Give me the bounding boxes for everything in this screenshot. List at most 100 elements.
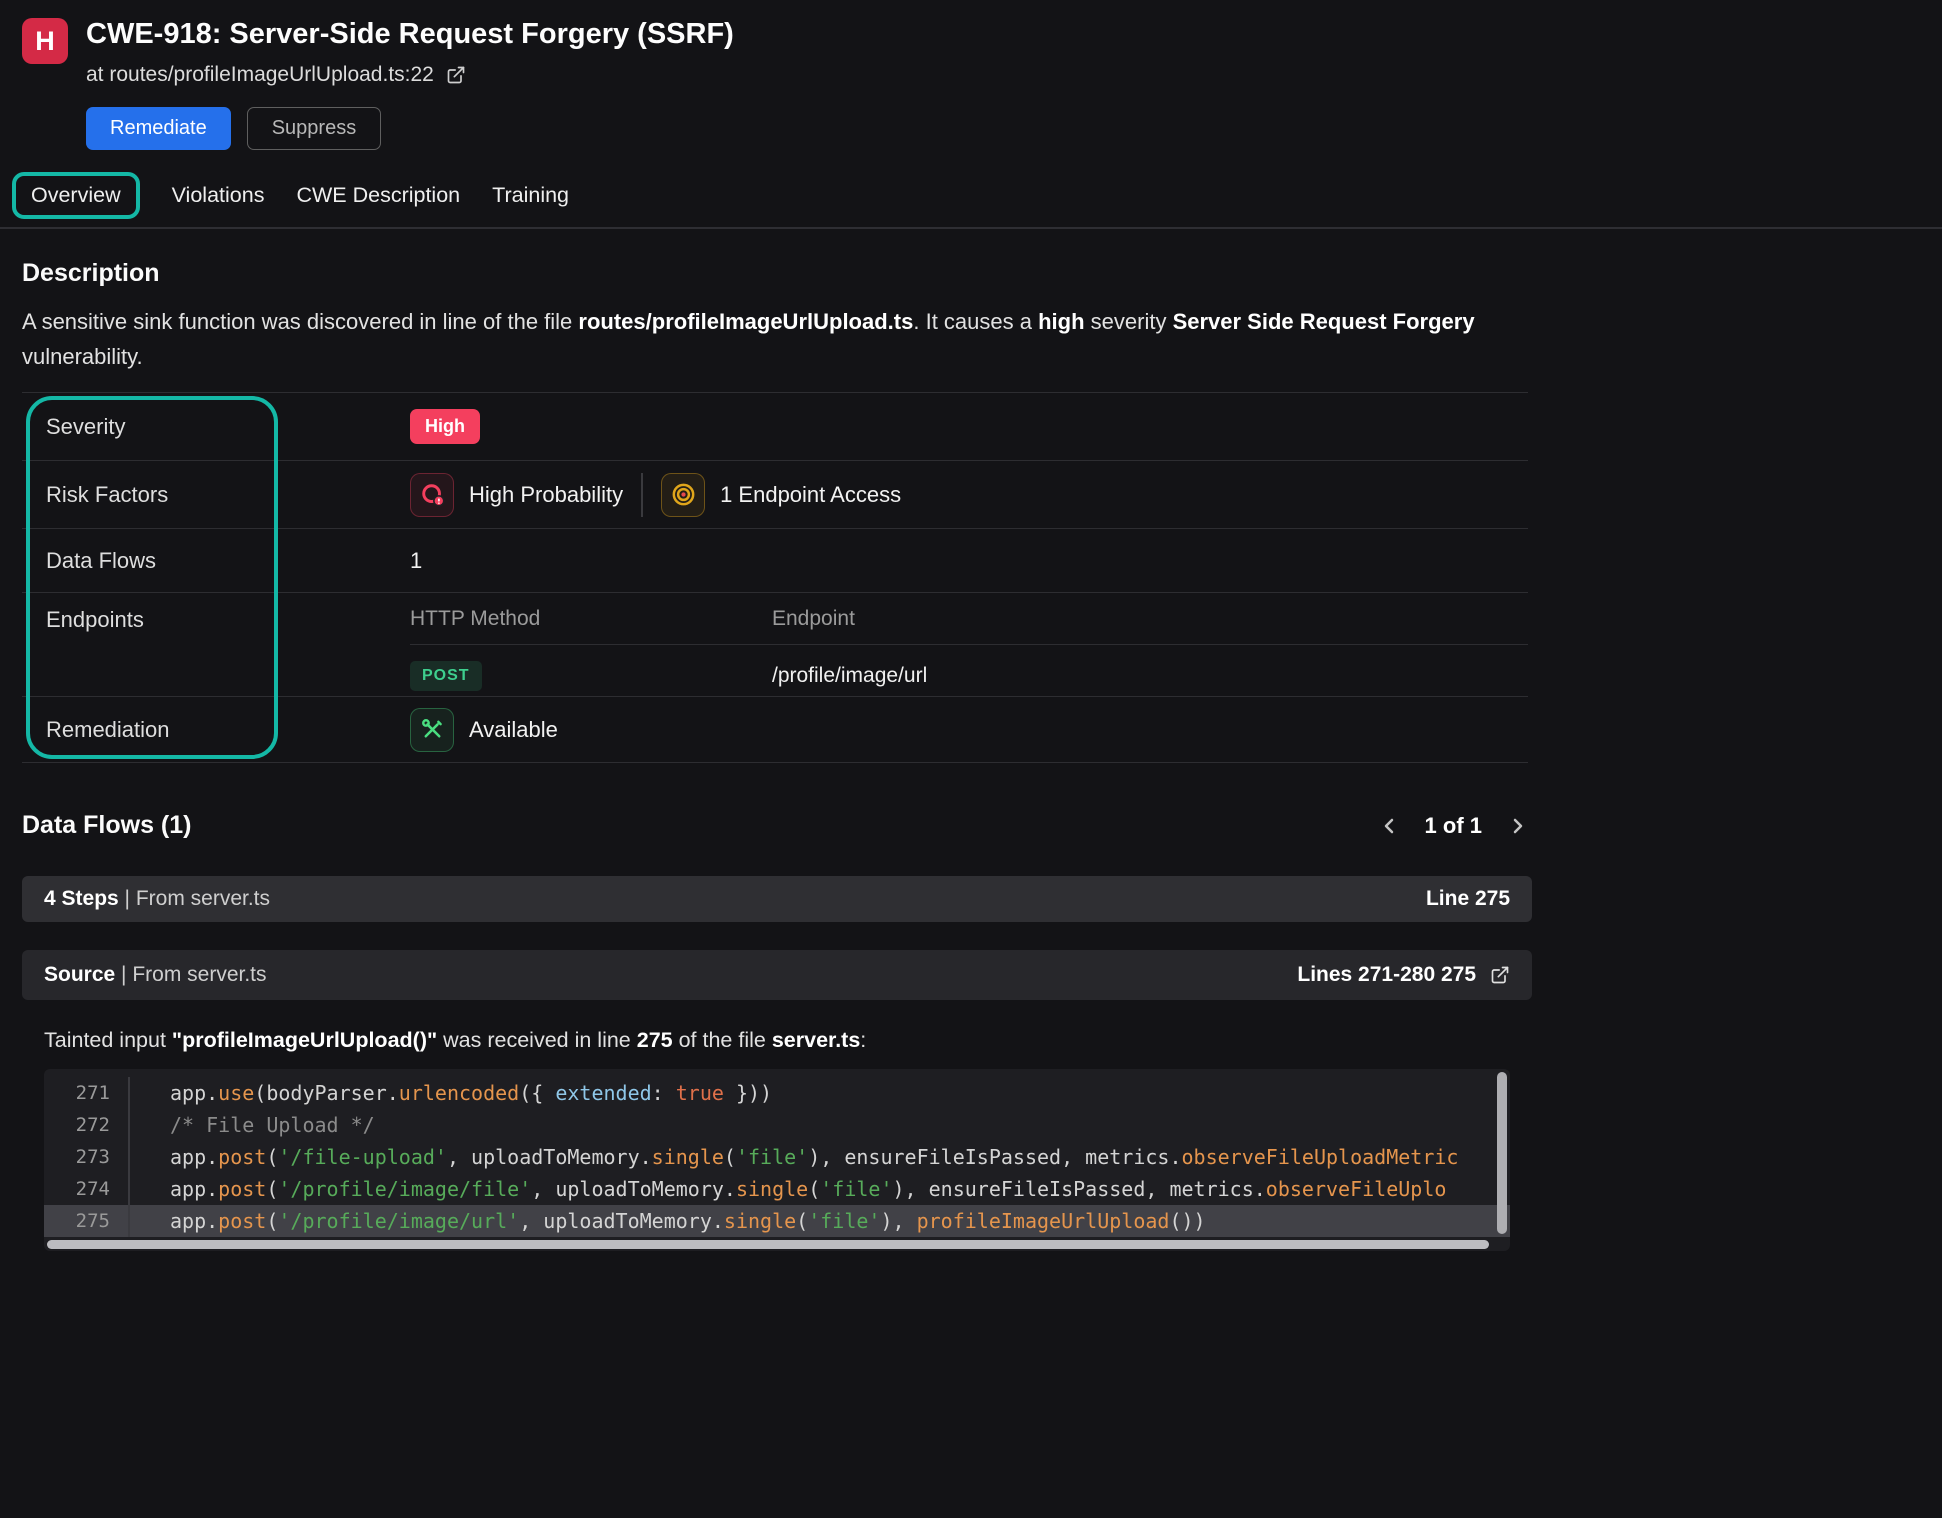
text-segment: : — [860, 1028, 866, 1052]
description-text: A sensitive sink function was discovered… — [22, 304, 1492, 374]
target-icon — [661, 473, 705, 517]
main-content: H CWE-918: Server-Side Request Forgery (… — [22, 0, 1532, 150]
risk-chip-high-probability: High Probability — [410, 473, 623, 517]
finding-header: H CWE-918: Server-Side Request Forgery (… — [22, 0, 1532, 150]
line-number: 274 — [44, 1173, 130, 1205]
external-link-icon[interactable] — [446, 65, 466, 85]
code-token: ( — [266, 1177, 278, 1201]
line-number: 272 — [44, 1109, 130, 1141]
text-segment: of the file — [673, 1028, 772, 1052]
tainted-input-text: Tainted input "profileImageUrlUpload()" … — [44, 1028, 1532, 1053]
external-link-icon[interactable] — [1490, 965, 1510, 985]
code-token: post — [218, 1209, 266, 1233]
code-token: })) — [724, 1081, 772, 1105]
code-token: ()) — [1169, 1209, 1205, 1233]
code-token: use — [218, 1081, 254, 1105]
code-token: ( — [808, 1177, 820, 1201]
page-title: CWE-918: Server-Side Request Forgery (SS… — [86, 18, 734, 51]
tab-violations[interactable]: Violations — [172, 173, 265, 218]
text-segment: severity — [1085, 309, 1173, 334]
steps-bar[interactable]: 4 Steps | From server.ts Line 275 — [22, 876, 1532, 922]
text-segment: server.ts — [772, 1028, 860, 1052]
risk-factor-text: High Probability — [469, 482, 623, 508]
severity-letter-badge: H — [22, 18, 68, 64]
source-step-label: Source — [44, 963, 115, 986]
code-text: app.use(bodyParser.urlencoded({ extended… — [130, 1077, 772, 1109]
code-line: 275app.post('/profile/image/url', upload… — [44, 1205, 1510, 1237]
endpoints-label: Endpoints — [22, 607, 410, 633]
tab-training[interactable]: Training — [492, 173, 569, 218]
text-segment: high — [1038, 309, 1084, 334]
code-line: 274app.post('/profile/image/file', uploa… — [44, 1173, 1510, 1205]
tab-cwe-description[interactable]: CWE Description — [296, 173, 460, 218]
code-token: post — [218, 1145, 266, 1169]
code-token: '/profile/image/file' — [278, 1177, 531, 1201]
line-number: 271 — [44, 1077, 130, 1109]
source-lines-ref: Lines 271-280 275 — [1297, 963, 1476, 987]
text-segment: 275 — [637, 1028, 673, 1052]
code-token: single — [724, 1209, 796, 1233]
detail-row-risk-factors: Risk Factors High Probability 1 Endpoint… — [22, 461, 1528, 529]
steps-line-ref: Line 275 — [1426, 887, 1510, 911]
action-buttons: Remediate Suppress — [86, 107, 734, 150]
code-text: app.post('/profile/image/file', uploadTo… — [130, 1173, 1446, 1205]
risk-factor-text: 1 Endpoint Access — [720, 482, 901, 508]
text-segment: routes/profileImageUrlUpload.ts — [578, 309, 913, 334]
tab-bar: Overview Violations CWE Description Trai… — [0, 172, 1942, 229]
code-token: urlencoded — [399, 1081, 519, 1105]
code-token: ), — [880, 1209, 916, 1233]
code-token: app. — [170, 1177, 218, 1201]
code-token: , uploadToMemory. — [519, 1209, 724, 1233]
description-heading: Description — [22, 259, 1532, 288]
text-segment: vulnerability. — [22, 344, 143, 369]
file-location: at routes/profileImageUrlUpload.ts:22 — [86, 63, 734, 87]
line-number: 273 — [44, 1141, 130, 1173]
chip-divider — [641, 473, 643, 517]
code-text: /* File Upload */ — [130, 1109, 375, 1141]
code-token: app. — [170, 1209, 218, 1233]
endpoint-row: POST /profile/image/url — [410, 645, 1528, 691]
tab-overview[interactable]: Overview — [12, 172, 140, 219]
text-segment: was received in line — [437, 1028, 637, 1052]
vertical-scrollbar[interactable] — [1497, 1072, 1507, 1234]
code-line: 271app.use(bodyParser.urlencoded({ exten… — [44, 1077, 1510, 1109]
chevron-left-icon[interactable] — [1375, 812, 1403, 840]
code-token: 'file' — [808, 1209, 880, 1233]
detail-row-endpoints: Endpoints HTTP Method Endpoint POST /pro… — [22, 593, 1528, 697]
detail-row-remediation: Remediation Available — [22, 697, 1528, 763]
chevron-right-icon[interactable] — [1504, 812, 1532, 840]
steps-count: 4 Steps — [44, 887, 119, 910]
code-token: ), ensureFileIsPassed, metrics. — [893, 1177, 1266, 1201]
code-token: app. — [170, 1081, 218, 1105]
tools-icon — [410, 708, 454, 752]
code-token: '/file-upload' — [278, 1145, 447, 1169]
remediation-status-text: Available — [469, 717, 558, 743]
page-indicator: 1 of 1 — [1425, 813, 1482, 839]
code-token: profileImageUrlUpload — [917, 1209, 1170, 1233]
column-header-endpoint: Endpoint — [772, 607, 1528, 631]
code-token: observeFileUplo — [1266, 1177, 1447, 1201]
endpoint-path: /profile/image/url — [772, 664, 1528, 688]
code-token: ( — [724, 1145, 736, 1169]
endpoints-table: HTTP Method Endpoint POST /profile/image… — [410, 607, 1528, 691]
file-location-text: at routes/profileImageUrlUpload.ts:22 — [86, 63, 434, 87]
source-bar[interactable]: Source | From server.ts Lines 271-280 27… — [22, 950, 1532, 1000]
code-token: 'file' — [736, 1145, 808, 1169]
details-panel: Severity High Risk Factors High Probabil… — [22, 392, 1528, 763]
severity-label: Severity — [22, 414, 410, 440]
risk-chip-endpoint-access: 1 Endpoint Access — [661, 473, 901, 517]
code-token: : — [652, 1081, 676, 1105]
code-token: /* File Upload */ — [170, 1113, 375, 1137]
code-token: (bodyParser. — [254, 1081, 399, 1105]
steps-origin: | From server.ts — [119, 887, 270, 910]
remediation-chip: Available — [410, 708, 1528, 752]
remediate-button[interactable]: Remediate — [86, 107, 231, 150]
suppress-button[interactable]: Suppress — [247, 107, 382, 150]
code-token: single — [736, 1177, 808, 1201]
horizontal-scrollbar[interactable] — [47, 1240, 1489, 1249]
code-token: true — [676, 1081, 724, 1105]
header-main: CWE-918: Server-Side Request Forgery (SS… — [86, 12, 734, 150]
code-token: ({ — [519, 1081, 555, 1105]
data-flows-label: Data Flows — [22, 548, 410, 574]
code-block: 271app.use(bodyParser.urlencoded({ exten… — [44, 1069, 1510, 1251]
